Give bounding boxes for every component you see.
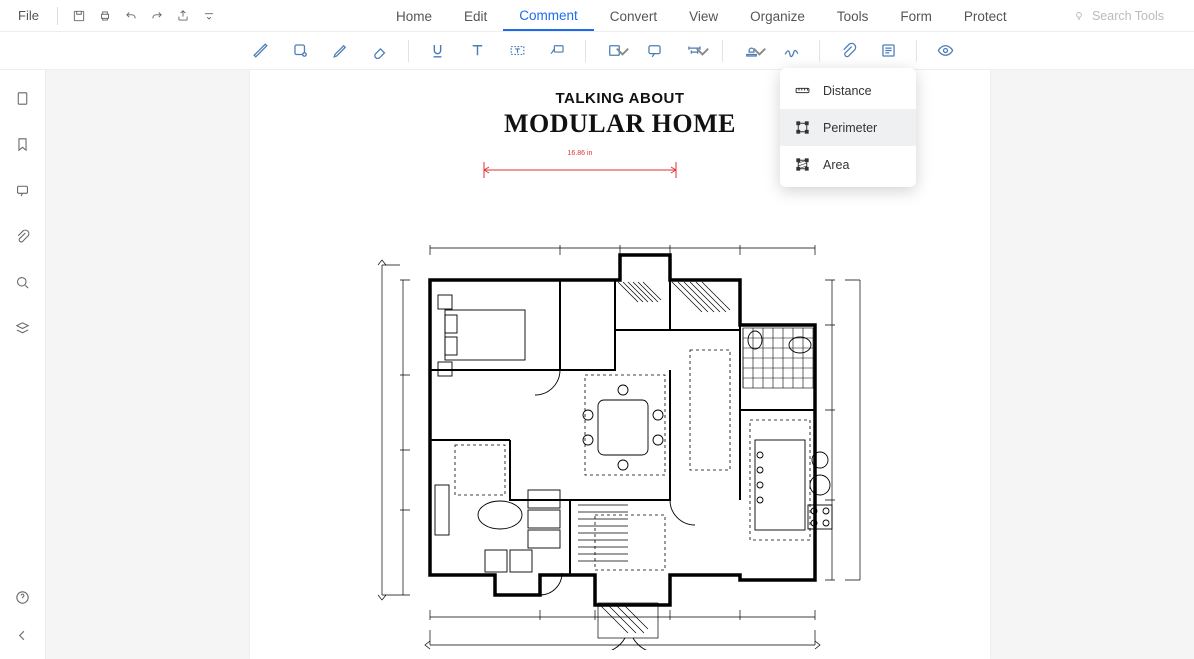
perimeter-icon <box>794 119 811 136</box>
divider <box>57 7 58 25</box>
divider <box>585 40 586 62</box>
quick-access-bar: File Home Edit Comment Convert View Orga… <box>0 0 1194 32</box>
left-nav-panel <box>0 70 46 659</box>
help-icon[interactable] <box>13 587 33 607</box>
area-icon <box>794 156 811 173</box>
measure-dropdown-menu: Distance Perimeter Area <box>780 68 916 187</box>
measure-area-item[interactable]: Area <box>780 146 916 183</box>
eraser-tool-icon[interactable] <box>360 34 400 68</box>
save-icon[interactable] <box>70 7 88 25</box>
comments-panel-icon[interactable] <box>13 180 33 200</box>
search-placeholder: Search Tools <box>1092 9 1164 23</box>
floorplan-drawing <box>360 150 880 650</box>
divider <box>819 40 820 62</box>
manage-comments-icon[interactable] <box>868 34 908 68</box>
menu-edit[interactable]: Edit <box>448 3 503 30</box>
shape-tool-icon[interactable] <box>594 34 634 68</box>
menu-protect[interactable]: Protect <box>948 3 1023 30</box>
measurement-value: 16.86 in <box>568 150 593 157</box>
ruler-icon <box>794 82 811 99</box>
menu-home[interactable]: Home <box>380 3 448 30</box>
attachment-tool-icon[interactable] <box>828 34 868 68</box>
undo-icon[interactable] <box>122 7 140 25</box>
note-tool-icon[interactable] <box>280 34 320 68</box>
redo-icon[interactable] <box>148 7 166 25</box>
document-canvas[interactable]: TALKING ABOUT MODULAR HOME <box>46 70 1194 659</box>
pencil-tool-icon[interactable] <box>320 34 360 68</box>
search-tools[interactable]: Search Tools <box>1072 9 1164 23</box>
measure-area-label: Area <box>823 158 849 172</box>
divider <box>916 40 917 62</box>
highlight-tool-icon[interactable] <box>240 34 280 68</box>
customize-dropdown-icon[interactable] <box>200 7 218 25</box>
textbox-tool-icon[interactable] <box>497 34 537 68</box>
divider <box>722 40 723 62</box>
callout-tool-icon[interactable] <box>537 34 577 68</box>
thumbnails-icon[interactable] <box>13 88 33 108</box>
menu-tools[interactable]: Tools <box>821 3 885 30</box>
comment-bubble-icon[interactable] <box>634 34 674 68</box>
underline-tool-icon[interactable] <box>417 34 457 68</box>
menu-form[interactable]: Form <box>884 3 948 30</box>
print-icon[interactable] <box>96 7 114 25</box>
share-icon[interactable] <box>174 7 192 25</box>
measure-distance-label: Distance <box>823 84 872 98</box>
attachments-panel-icon[interactable] <box>13 226 33 246</box>
layers-icon[interactable] <box>13 318 33 338</box>
bookmarks-icon[interactable] <box>13 134 33 154</box>
measure-distance-item[interactable]: Distance <box>780 72 916 109</box>
measure-perimeter-item[interactable]: Perimeter <box>780 109 916 146</box>
collapse-icon[interactable] <box>13 625 33 645</box>
menu-convert[interactable]: Convert <box>594 3 673 30</box>
distance-measurement-overlay[interactable]: 16.86 in <box>482 160 678 180</box>
menu-view[interactable]: View <box>673 3 734 30</box>
lightbulb-icon <box>1072 9 1086 23</box>
measure-tool-icon[interactable] <box>674 34 714 68</box>
menu-comment[interactable]: Comment <box>503 2 594 31</box>
comment-toolbar <box>0 32 1194 70</box>
measure-perimeter-label: Perimeter <box>823 121 877 135</box>
stamp-tool-icon[interactable] <box>731 34 771 68</box>
signature-tool-icon[interactable] <box>771 34 811 68</box>
hide-comments-icon[interactable] <box>925 34 965 68</box>
text-tool-icon[interactable] <box>457 34 497 68</box>
main-menubar: Home Edit Comment Convert View Organize … <box>360 0 1184 32</box>
file-menu[interactable]: File <box>12 4 45 27</box>
workspace: TALKING ABOUT MODULAR HOME <box>0 70 1194 659</box>
menu-organize[interactable]: Organize <box>734 3 821 30</box>
divider <box>408 40 409 62</box>
search-panel-icon[interactable] <box>13 272 33 292</box>
